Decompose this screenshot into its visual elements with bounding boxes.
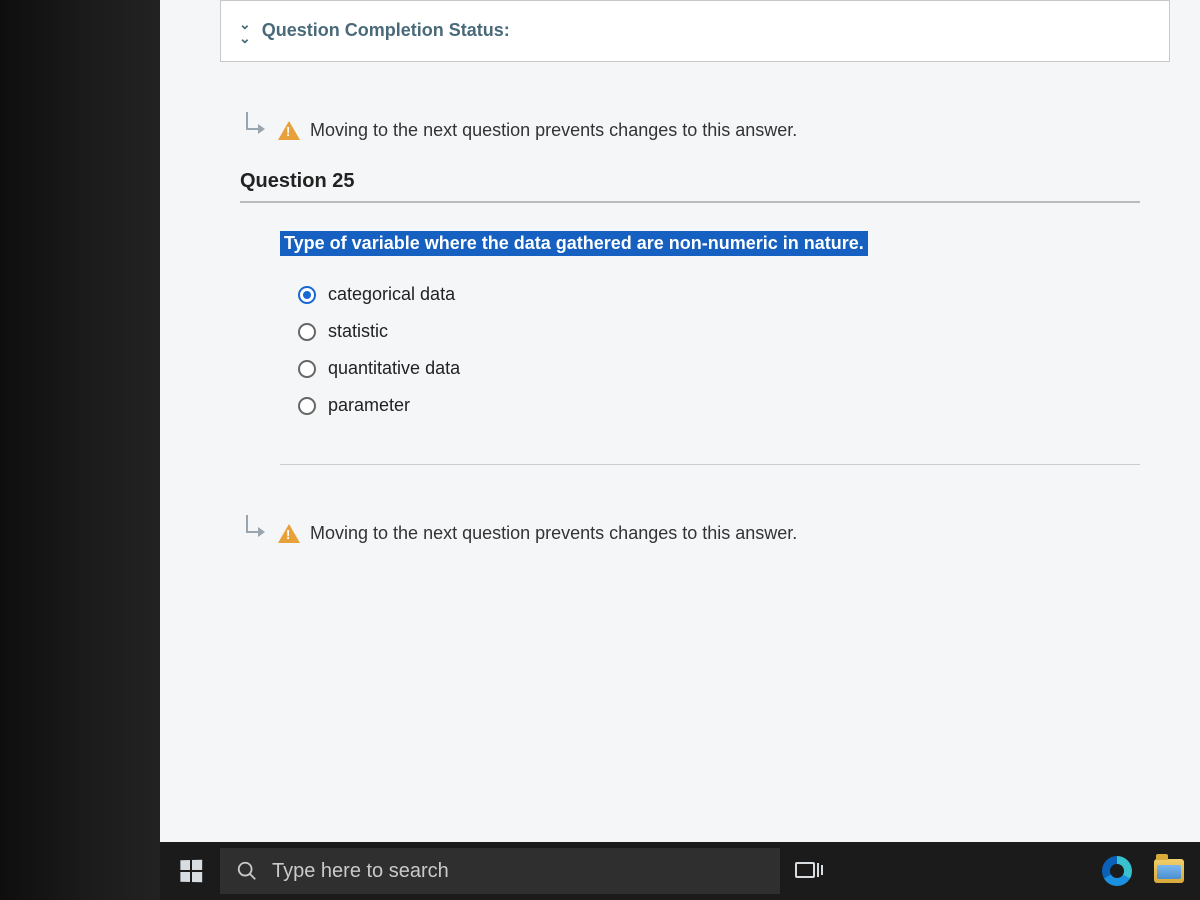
option-label: statistic (328, 321, 388, 342)
windows-logo-icon (180, 860, 202, 883)
option-label: parameter (328, 395, 410, 416)
option-label: categorical data (328, 284, 455, 305)
radio-button[interactable] (298, 323, 316, 341)
browser-viewport: ⌄⌄ Question Completion Status: Moving to… (160, 0, 1200, 900)
search-icon (236, 860, 258, 882)
task-view-button[interactable] (786, 848, 832, 894)
windows-taskbar: Type here to search (160, 842, 1200, 900)
file-explorer-button[interactable] (1146, 848, 1192, 894)
radio-button[interactable] (298, 360, 316, 378)
warning-icon (278, 121, 300, 140)
radio-button[interactable] (298, 397, 316, 415)
option-row[interactable]: categorical data (280, 276, 1140, 313)
start-button[interactable] (168, 848, 214, 894)
nested-arrow-icon (240, 521, 268, 545)
folder-icon (1154, 859, 1184, 883)
edge-browser-button[interactable] (1094, 848, 1140, 894)
divider (280, 464, 1140, 465)
warning-row-bottom: Moving to the next question prevents cha… (240, 515, 1140, 545)
radio-button[interactable] (298, 286, 316, 304)
task-view-icon (795, 860, 823, 882)
question-text: Type of variable where the data gathered… (280, 231, 868, 256)
warning-row-top: Moving to the next question prevents cha… (240, 112, 1140, 170)
warning-text: Moving to the next question prevents cha… (310, 523, 797, 544)
question-body: Type of variable where the data gathered… (240, 231, 1140, 464)
completion-status-panel[interactable]: ⌄⌄ Question Completion Status: (220, 0, 1170, 62)
question-header: Question 25 (240, 170, 1140, 203)
nested-arrow-icon (240, 118, 268, 142)
warning-text: Moving to the next question prevents cha… (310, 120, 797, 141)
option-row[interactable]: statistic (280, 313, 1140, 350)
warning-icon (278, 524, 300, 543)
taskbar-search[interactable]: Type here to search (220, 848, 780, 894)
search-placeholder: Type here to search (272, 860, 449, 883)
edge-icon (1102, 856, 1132, 886)
completion-status-label: Question Completion Status: (262, 20, 510, 40)
question-content: Moving to the next question prevents cha… (160, 62, 1200, 545)
option-row[interactable]: quantitative data (280, 350, 1140, 387)
expand-chevron-icon[interactable]: ⌄⌄ (239, 17, 251, 45)
monitor-bezel (0, 0, 160, 900)
option-row[interactable]: parameter (280, 387, 1140, 424)
option-label: quantitative data (328, 358, 460, 379)
